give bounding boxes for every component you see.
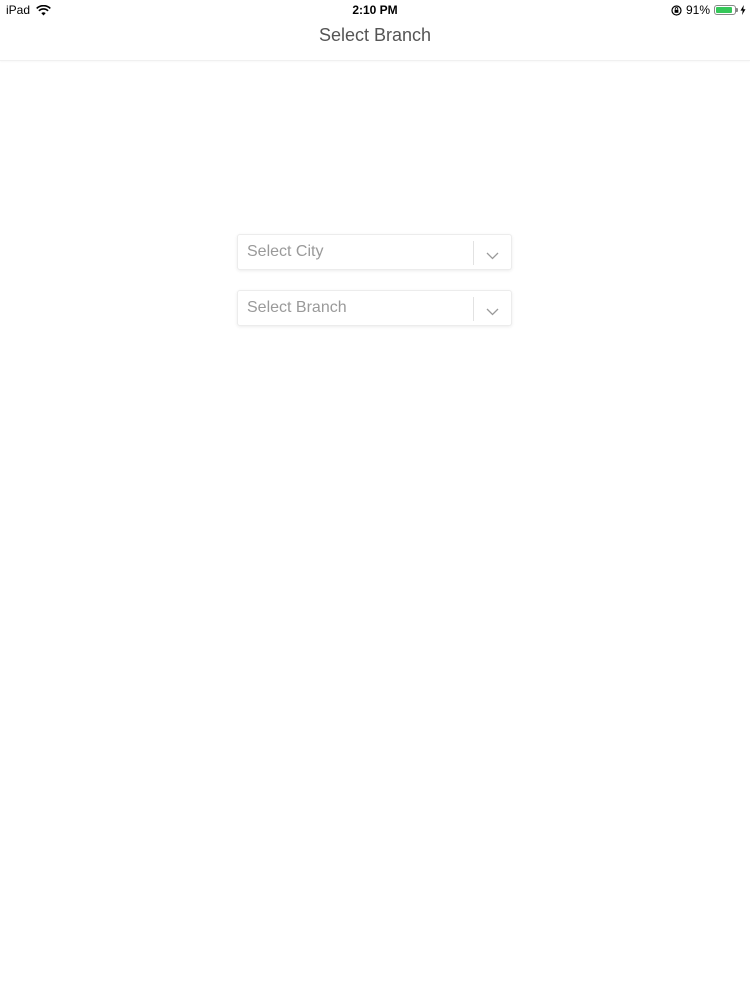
chevron-down-icon[interactable]	[486, 247, 499, 265]
chevron-down-icon[interactable]	[486, 303, 499, 321]
charging-icon	[740, 5, 746, 15]
rotation-lock-icon	[671, 4, 682, 16]
city-select[interactable]: Select City	[237, 234, 512, 270]
branch-select-divider	[473, 297, 474, 321]
status-time: 2:10 PM	[352, 3, 398, 17]
battery-fill	[716, 7, 733, 13]
branch-select[interactable]: Select Branch	[237, 290, 512, 326]
city-select-divider	[473, 241, 474, 265]
battery-icon	[714, 5, 738, 15]
status-right: 91%	[671, 3, 746, 17]
page-title: Select Branch	[318, 25, 432, 45]
status-bar: iPad 2:10 PM 91%	[0, 0, 750, 20]
battery-percent: 91%	[685, 3, 710, 17]
navigation-bar: Select Branch	[0, 20, 750, 61]
app-screen: iPad 2:10 PM 91% Select Branch Select Ci…	[0, 0, 750, 1000]
branch-select-placeholder: Select Branch	[247, 299, 347, 316]
city-select-placeholder: Select City	[247, 243, 324, 260]
